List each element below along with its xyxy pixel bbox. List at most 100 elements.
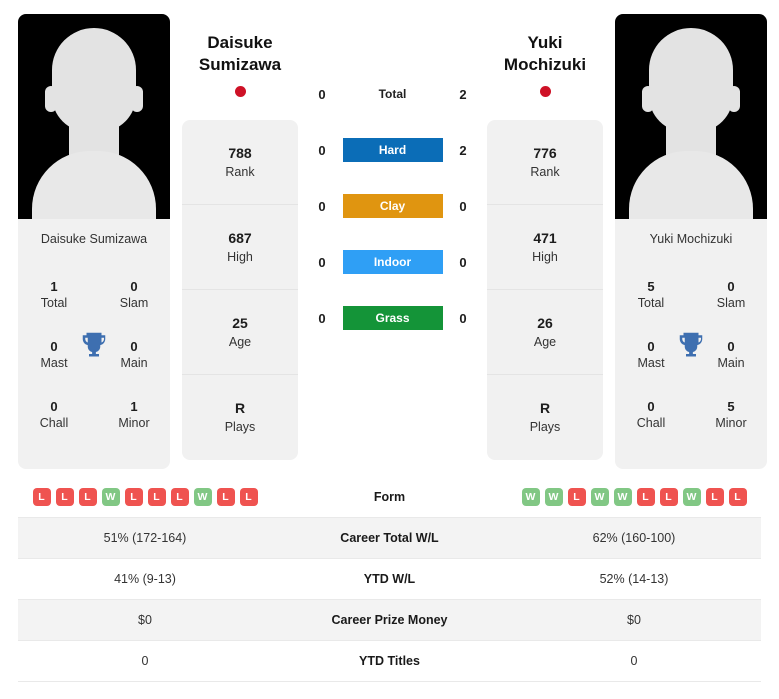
label: Mast [637, 356, 665, 370]
right-titles-slam: 0 Slam [703, 278, 759, 312]
left-stats-card: 788 Rank 687 High 25 Age R Plays [182, 120, 298, 460]
left-player-photo-name: Daisuke Sumizawa [40, 232, 148, 246]
left-titles-chall: 0 Chall [26, 398, 82, 432]
avatar-ear-right [728, 86, 740, 112]
value: 0 [727, 279, 735, 294]
h2h-left-score: 0 [318, 142, 326, 158]
titles-row: 0 Chall 5 Minor [623, 385, 759, 445]
value: R [234, 400, 246, 416]
left-form-badge[interactable]: L [239, 488, 258, 506]
left-form-badge[interactable]: L [55, 488, 74, 506]
right-career-wl: 62% (160-100) [592, 531, 676, 545]
h2h-right-score: 0 [459, 198, 467, 214]
right-player-card[interactable]: Yuki Mochizuki 5 Total 0 Slam 0 Mast 0 M… [615, 14, 767, 469]
value: 5 [647, 279, 655, 294]
left-stat-age: 25 Age [182, 290, 298, 375]
left-form-badge[interactable]: L [32, 488, 51, 506]
h2h-comparison-page: Daisuke Sumizawa 1 Total 0 Slam 0 Mast 0… [0, 0, 779, 699]
right-form-badge[interactable]: W [521, 488, 540, 506]
label: High [227, 249, 253, 264]
h2h-label-grass[interactable]: Grass [342, 306, 443, 330]
right-player-photo-column: Yuki Mochizuki 5 Total 0 Slam 0 Mast 0 M… [615, 14, 767, 469]
value: 0 [50, 399, 58, 414]
avatar-placeholder-icon [52, 28, 136, 132]
h2h-label-clay[interactable]: Clay [342, 194, 443, 218]
value: 0 [727, 339, 735, 354]
value: 1 [50, 279, 58, 294]
right-player-first-name: Yuki [527, 33, 563, 52]
table-row-ytd-titles: 0 YTD Titles 0 [18, 641, 761, 682]
left-form-badge[interactable]: L [216, 488, 235, 506]
value: 776 [533, 144, 557, 161]
right-titles-main: 0 Main [703, 338, 759, 372]
left-form-badge[interactable]: L [78, 488, 97, 506]
label: Minor [118, 416, 150, 430]
table-row-form: LLLWLLLWLL Form WWLWWLLWLL [18, 477, 761, 518]
left-titles-total: 1 Total [26, 278, 82, 312]
table-row-prize-money: $0 Career Prize Money $0 [18, 600, 761, 641]
right-player-stats-column: Yuki Mochizuki 776 Rank 471 High 26 Age [487, 14, 603, 460]
right-stat-age: 26 Age [487, 290, 603, 375]
right-titles-total: 5 Total [623, 278, 679, 312]
surface-badge-grass[interactable]: Grass [342, 306, 443, 330]
left-form-badge[interactable]: W [101, 488, 120, 506]
right-form-badge[interactable]: L [705, 488, 724, 506]
right-form-strip: WWLWWLLWLL [507, 488, 761, 506]
right-form-badge[interactable]: W [590, 488, 609, 506]
label: Minor [715, 416, 747, 430]
left-stat-high: 687 High [182, 205, 298, 290]
right-form-badge[interactable]: W [613, 488, 632, 506]
right-form-badge[interactable]: L [659, 488, 678, 506]
right-form-badge[interactable]: W [682, 488, 701, 506]
h2h-left-score: 0 [318, 254, 326, 270]
right-form-badge[interactable]: L [728, 488, 747, 506]
left-form-badge[interactable]: L [170, 488, 189, 506]
left-ytd-titles: 0 [141, 654, 149, 668]
right-titles-chall: 0 Chall [623, 398, 679, 432]
right-stat-rank: 776 Rank [487, 120, 603, 205]
value: 1 [130, 399, 138, 414]
right-player-titles: 5 Total 0 Slam 0 Mast 0 Main 0 Chall 5 M… [615, 261, 767, 469]
row-label-career-wl: Career Total W/L [340, 531, 439, 545]
label: Age [533, 334, 557, 349]
label: Main [717, 356, 745, 370]
left-form-badge[interactable]: W [193, 488, 212, 506]
value: 0 [647, 339, 655, 354]
right-form-badge[interactable]: L [567, 488, 586, 506]
avatar-shoulders [32, 151, 156, 219]
h2h-left-score: 0 [318, 86, 326, 102]
h2h-label-indoor[interactable]: Indoor [342, 250, 443, 274]
label: Main [120, 356, 148, 370]
left-player-card[interactable]: Daisuke Sumizawa 1 Total 0 Slam 0 Mast 0… [18, 14, 170, 469]
value: 0 [130, 279, 138, 294]
h2h-label-hard[interactable]: Hard [342, 138, 443, 162]
left-form-cell: LLLWLLLWLL [18, 488, 272, 506]
h2h-right-score: 0 [459, 310, 467, 326]
surface-badge-indoor[interactable]: Indoor [342, 250, 443, 274]
surface-badge-clay[interactable]: Clay [342, 194, 443, 218]
right-titles-minor: 5 Minor [703, 398, 759, 432]
trophy-icon [79, 329, 109, 359]
left-player-heading: Daisuke Sumizawa [182, 14, 298, 120]
right-stat-high: 471 High [487, 205, 603, 290]
value: 5 [727, 399, 735, 414]
h2h-left-score: 0 [318, 198, 326, 214]
h2h-label-total: Total [378, 87, 407, 101]
left-form-badge[interactable]: L [147, 488, 166, 506]
right-form-badge[interactable]: L [636, 488, 655, 506]
right-player-flag-icon [539, 86, 551, 97]
label: Mast [40, 356, 68, 370]
right-form-badge[interactable]: W [544, 488, 563, 506]
value: 471 [533, 229, 557, 246]
right-prize-money: $0 [627, 613, 641, 627]
left-player-last-name: Sumizawa [198, 55, 282, 74]
left-form-badge[interactable]: L [124, 488, 143, 506]
avatar-ear-right [131, 86, 143, 112]
value: R [539, 400, 551, 416]
avatar-shoulders [629, 151, 753, 219]
right-player-photo-name: Yuki Mochizuki [649, 232, 733, 246]
titles-row: 5 Total 0 Slam [623, 265, 759, 325]
value: 0 [130, 339, 138, 354]
surface-badge-hard[interactable]: Hard [342, 138, 443, 162]
left-form-strip: LLLWLLLWLL [18, 488, 272, 506]
